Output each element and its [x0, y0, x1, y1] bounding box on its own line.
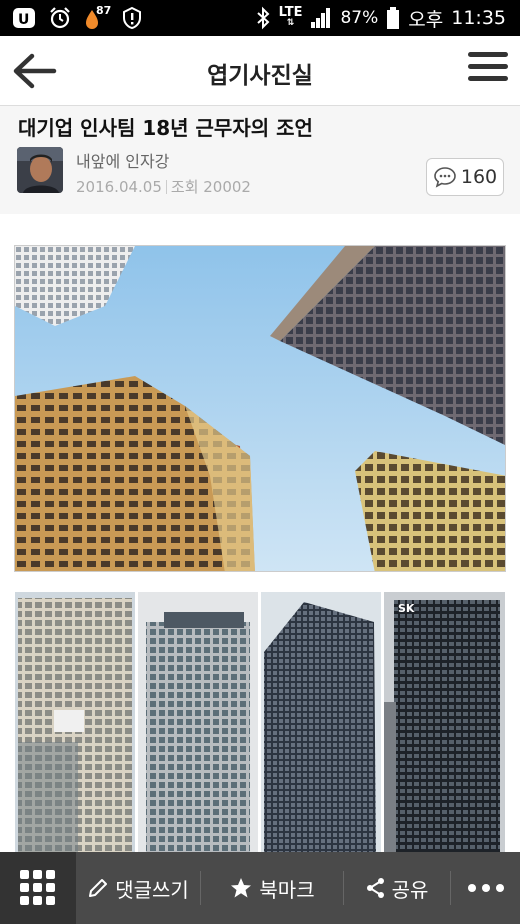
comment-bubble-icon: [434, 167, 456, 188]
bookmark-label: 북마크: [259, 877, 315, 902]
status-bar: U 87 LTE ⇅ 87% 오후 11:35: [0, 0, 520, 36]
hamburger-menu-icon[interactable]: [468, 52, 508, 88]
post-date: 2016.04.05: [76, 178, 162, 196]
clock: 11:35: [451, 7, 506, 29]
ampm: 오후: [408, 8, 444, 31]
grid-icon: [20, 870, 55, 905]
share-icon: [366, 878, 384, 898]
alarm-icon: [50, 7, 70, 29]
post-image-skyscrapers-up[interactable]: [14, 245, 506, 572]
network-indicator: LTE ⇅: [278, 5, 303, 28]
author-name[interactable]: 내앞에 인자강: [76, 148, 169, 172]
avatar[interactable]: [17, 147, 63, 193]
bottom-toolbar: 댓글쓰기 북마크 공유: [0, 852, 520, 924]
share-button[interactable]: 공유: [344, 852, 450, 924]
more-button[interactable]: [451, 852, 520, 924]
building-sign: SK: [398, 602, 415, 615]
write-comment-label: 댓글쓰기: [115, 877, 189, 902]
bluetooth-icon: [256, 6, 270, 30]
view-count: 조회 20002: [170, 178, 251, 196]
page-title: 엽기사진실: [207, 63, 313, 89]
app-badge: 87: [96, 4, 112, 17]
post-meta: 2016.04.05 조회 20002: [76, 176, 251, 197]
star-icon: [231, 878, 252, 898]
network-label: LTE: [278, 5, 303, 20]
app-header: 엽기사진실: [0, 36, 520, 106]
post-title: 대기업 인사팀 18년 근무자의 조언: [18, 116, 313, 140]
share-label: 공유: [391, 877, 429, 902]
app-icon: U: [13, 8, 35, 28]
battery-percent: 87%: [340, 8, 379, 28]
signal-icon: [311, 8, 331, 28]
weather-icon: 87: [82, 4, 112, 30]
write-comment-button[interactable]: 댓글쓰기: [76, 852, 200, 924]
more-dots-icon: [467, 884, 504, 892]
comment-count-button[interactable]: 160: [426, 158, 504, 196]
battery-icon: [387, 7, 400, 29]
comment-count: 160: [460, 166, 498, 188]
post-image-buildings-collage[interactable]: SK: [14, 592, 506, 852]
alert-icon: [123, 6, 141, 30]
bookmark-button[interactable]: 북마크: [201, 852, 343, 924]
post-header: 대기업 인사팀 18년 근무자의 조언 내앞에 인자강 2016.04.05 조회…: [0, 106, 520, 214]
pencil-icon: [89, 879, 108, 897]
svg-text:U: U: [18, 12, 29, 28]
grid-menu-button[interactable]: [0, 852, 76, 924]
